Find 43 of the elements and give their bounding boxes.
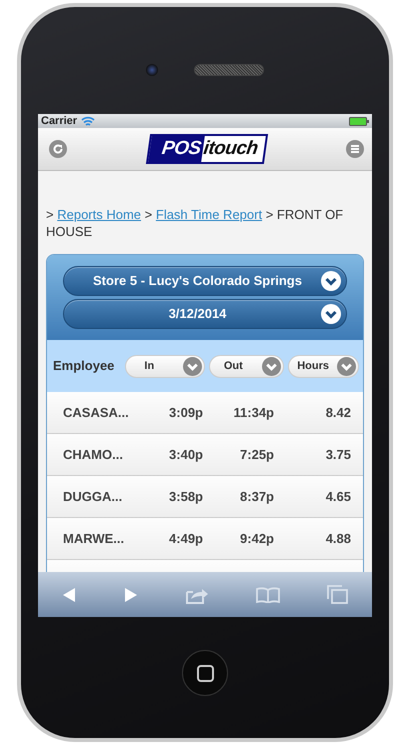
home-button[interactable] (182, 650, 228, 696)
bookmarks-icon[interactable] (255, 586, 281, 602)
speaker-grille (194, 64, 264, 76)
back-icon[interactable] (61, 586, 77, 602)
table-cell-text: 7:25p (239, 446, 274, 464)
breadcrumb: > Reports Home > Flash Time Report > FRONT OF HOUSE (46, 206, 344, 240)
chevron-down-icon (262, 356, 282, 376)
breadcrumb-link[interactable]: Flash Time Report (156, 207, 262, 222)
table-cell-text: CASASA... (63, 404, 130, 422)
table-cell-text: DUGGA... (63, 488, 124, 506)
tabs-icon[interactable] (327, 584, 349, 604)
table-cell-text: MARWE... (63, 530, 126, 548)
breadcrumb-link[interactable]: Reports Home (57, 207, 142, 222)
table-cell-text: CHAMO... (63, 446, 124, 464)
wifi-icon (81, 116, 96, 126)
refresh-icon[interactable] (49, 140, 67, 158)
sort-button[interactable]: In (125, 354, 205, 378)
battery-icon (349, 116, 369, 126)
table-cell-text: 8.42 (324, 404, 351, 422)
table-cell-text: 9:42p (239, 530, 274, 548)
select-button[interactable]: 3/12/2014 (63, 299, 347, 329)
chevron-down-icon (321, 304, 341, 324)
column-header: Employee (53, 357, 114, 376)
table-cell-text: 8:37p (239, 488, 274, 506)
table-cell-text: 4.88 (324, 530, 351, 548)
carrier-label: Carrier (41, 114, 78, 129)
menu-icon[interactable] (346, 140, 364, 158)
table-cell-text: 3:09p (168, 404, 203, 422)
chevron-down-icon (182, 356, 202, 376)
sort-button[interactable]: Hours (288, 354, 360, 378)
table-cell-text: 4:49p (168, 530, 203, 548)
camera-lens (146, 64, 158, 76)
table-cell-text: 3.75 (324, 446, 351, 464)
chevron-down-icon (337, 356, 356, 376)
table-cell-text: 3:40p (168, 446, 203, 464)
table-cell-text: 4.65 (324, 488, 351, 506)
table-cell-text: 3:58p (168, 488, 203, 506)
select-button[interactable]: Store 5 - Lucy's Colorado Springs (63, 266, 347, 296)
forward-icon[interactable] (123, 586, 139, 602)
sort-button[interactable]: Out (208, 354, 284, 378)
chevron-down-icon (321, 271, 341, 291)
table-cell-text: 11:34p (232, 404, 274, 422)
logo: POSitouch (146, 134, 268, 164)
